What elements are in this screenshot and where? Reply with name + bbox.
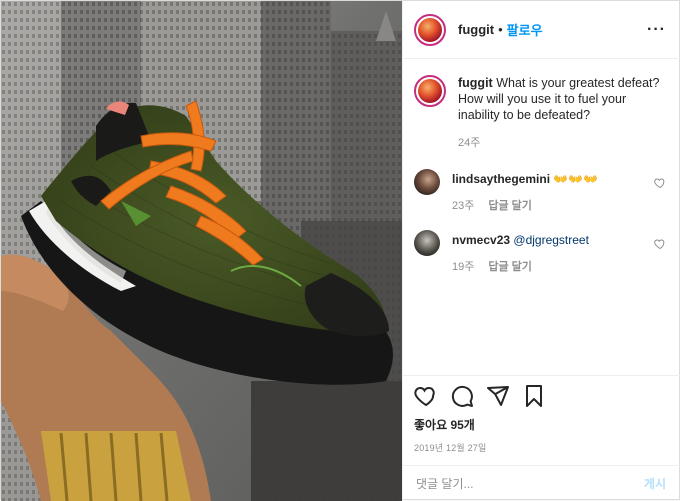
heart-icon[interactable] (414, 384, 438, 408)
post-side-panel: fuggit • 팔로우 ··· fuggit What is your gre… (402, 1, 680, 501)
share-icon[interactable] (486, 384, 510, 408)
post-header: fuggit • 팔로우 ··· (403, 1, 680, 59)
comment-input[interactable] (414, 475, 644, 492)
separator-dot: • (498, 22, 503, 37)
author-avatar[interactable] (414, 13, 446, 46)
comment-time[interactable]: 23주 (452, 199, 474, 214)
commenter-username[interactable]: nvmecv23 (452, 233, 510, 247)
post-photo[interactable] (1, 1, 402, 501)
reply-button[interactable]: 답글 달기 (488, 260, 532, 275)
comment-time[interactable]: 19주 (452, 260, 474, 275)
post-date[interactable]: 2019년 12월 27일 (414, 441, 666, 454)
crochet-sneaker-photo (1, 1, 402, 501)
commenter-avatar[interactable] (414, 169, 440, 195)
commenter-username[interactable]: lindsaythegemini (452, 172, 550, 186)
comment-icon[interactable] (450, 384, 474, 408)
action-icons-row (414, 384, 666, 408)
more-options-icon[interactable]: ··· (647, 21, 666, 39)
caption-username[interactable]: fuggit (458, 76, 493, 90)
comment-like-heart-icon[interactable] (654, 177, 666, 189)
add-comment-bar: 게시 (403, 465, 680, 501)
reply-button[interactable]: 답글 달기 (488, 199, 532, 214)
caption-author-avatar[interactable] (414, 75, 446, 107)
comment-mention-link[interactable]: @djgregstreet (513, 233, 589, 247)
comment-text: 👐👐👐 (553, 172, 599, 186)
post-actions: 좋아요 95개 2019년 12월 27일 (403, 375, 680, 465)
comments-section[interactable]: fuggit What is your greatest defeat? How… (403, 59, 680, 375)
caption-time[interactable]: 24주 (458, 135, 480, 151)
comment-item: lindsaythegemini 👐👐👐 23주 답글 달기 (414, 169, 666, 214)
post-caption: fuggit What is your greatest defeat? How… (414, 75, 666, 151)
author-username[interactable]: fuggit (458, 22, 494, 37)
bookmark-icon[interactable] (522, 384, 546, 408)
post-modal: fuggit • 팔로우 ··· fuggit What is your gre… (0, 0, 680, 501)
post-comment-button[interactable]: 게시 (644, 475, 666, 492)
comment-like-heart-icon[interactable] (654, 238, 666, 250)
follow-button[interactable]: 팔로우 (507, 20, 543, 39)
likes-count[interactable]: 좋아요 95개 (414, 416, 666, 433)
commenter-avatar[interactable] (414, 230, 440, 256)
comment-item: nvmecv23 @djgregstreet 19주 답글 달기 (414, 230, 666, 275)
